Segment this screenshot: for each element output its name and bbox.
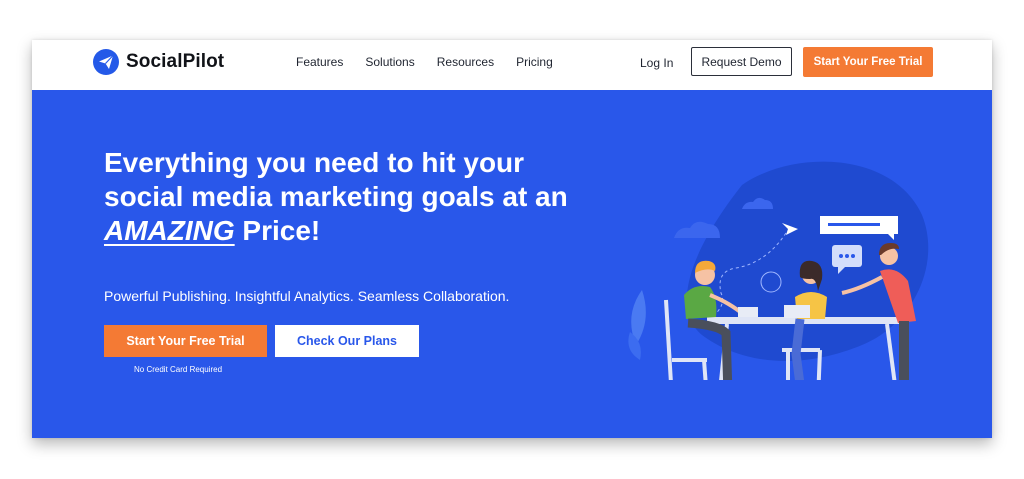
laptop-middle (784, 305, 810, 318)
menu-item-features[interactable]: Features (296, 55, 343, 69)
check-plans-button[interactable]: Check Our Plans (275, 325, 419, 357)
table-leg (885, 323, 897, 380)
laptop-left (738, 307, 758, 317)
chat-dot (839, 254, 843, 258)
menu-item-resources[interactable]: Resources (437, 55, 494, 69)
brand-logo[interactable]: SocialPilot (92, 48, 224, 76)
headline-line-1: Everything you need to hit your (104, 147, 525, 178)
headline-line-2: social media marketing goals at an (104, 181, 568, 212)
start-free-trial-nav-button[interactable]: Start Your Free Trial (803, 47, 933, 77)
hero-subline: Powerful Publishing. Insightful Analytic… (104, 288, 510, 304)
top-navigation: SocialPilot Features Solutions Resources… (32, 40, 992, 90)
brand-name: SocialPilot (126, 51, 225, 72)
headline-price: Price! (234, 215, 321, 246)
main-menu: Features Solutions Resources Pricing (296, 55, 575, 69)
cloud-left (674, 221, 720, 238)
chat-dot (851, 254, 855, 258)
menu-item-solutions[interactable]: Solutions (365, 55, 414, 69)
chat-dot (845, 254, 849, 258)
hero-headline: Everything you need to hit your social m… (104, 146, 604, 248)
start-free-trial-button[interactable]: Start Your Free Trial (104, 325, 267, 357)
page-frame: SocialPilot Features Solutions Resources… (32, 40, 992, 438)
hero-section: Everything you need to hit your social m… (32, 90, 992, 438)
request-demo-button[interactable]: Request Demo (691, 47, 792, 76)
headline-emphasis: AMAZING (104, 215, 235, 246)
paper-plane-logo-icon (93, 49, 119, 75)
no-credit-card-note: No Credit Card Required (134, 365, 223, 374)
person-left-body (684, 286, 717, 319)
login-link[interactable]: Log In (640, 56, 673, 70)
team-illustration (628, 161, 929, 380)
message-card-line (828, 223, 880, 226)
menu-item-pricing[interactable]: Pricing (516, 55, 553, 69)
